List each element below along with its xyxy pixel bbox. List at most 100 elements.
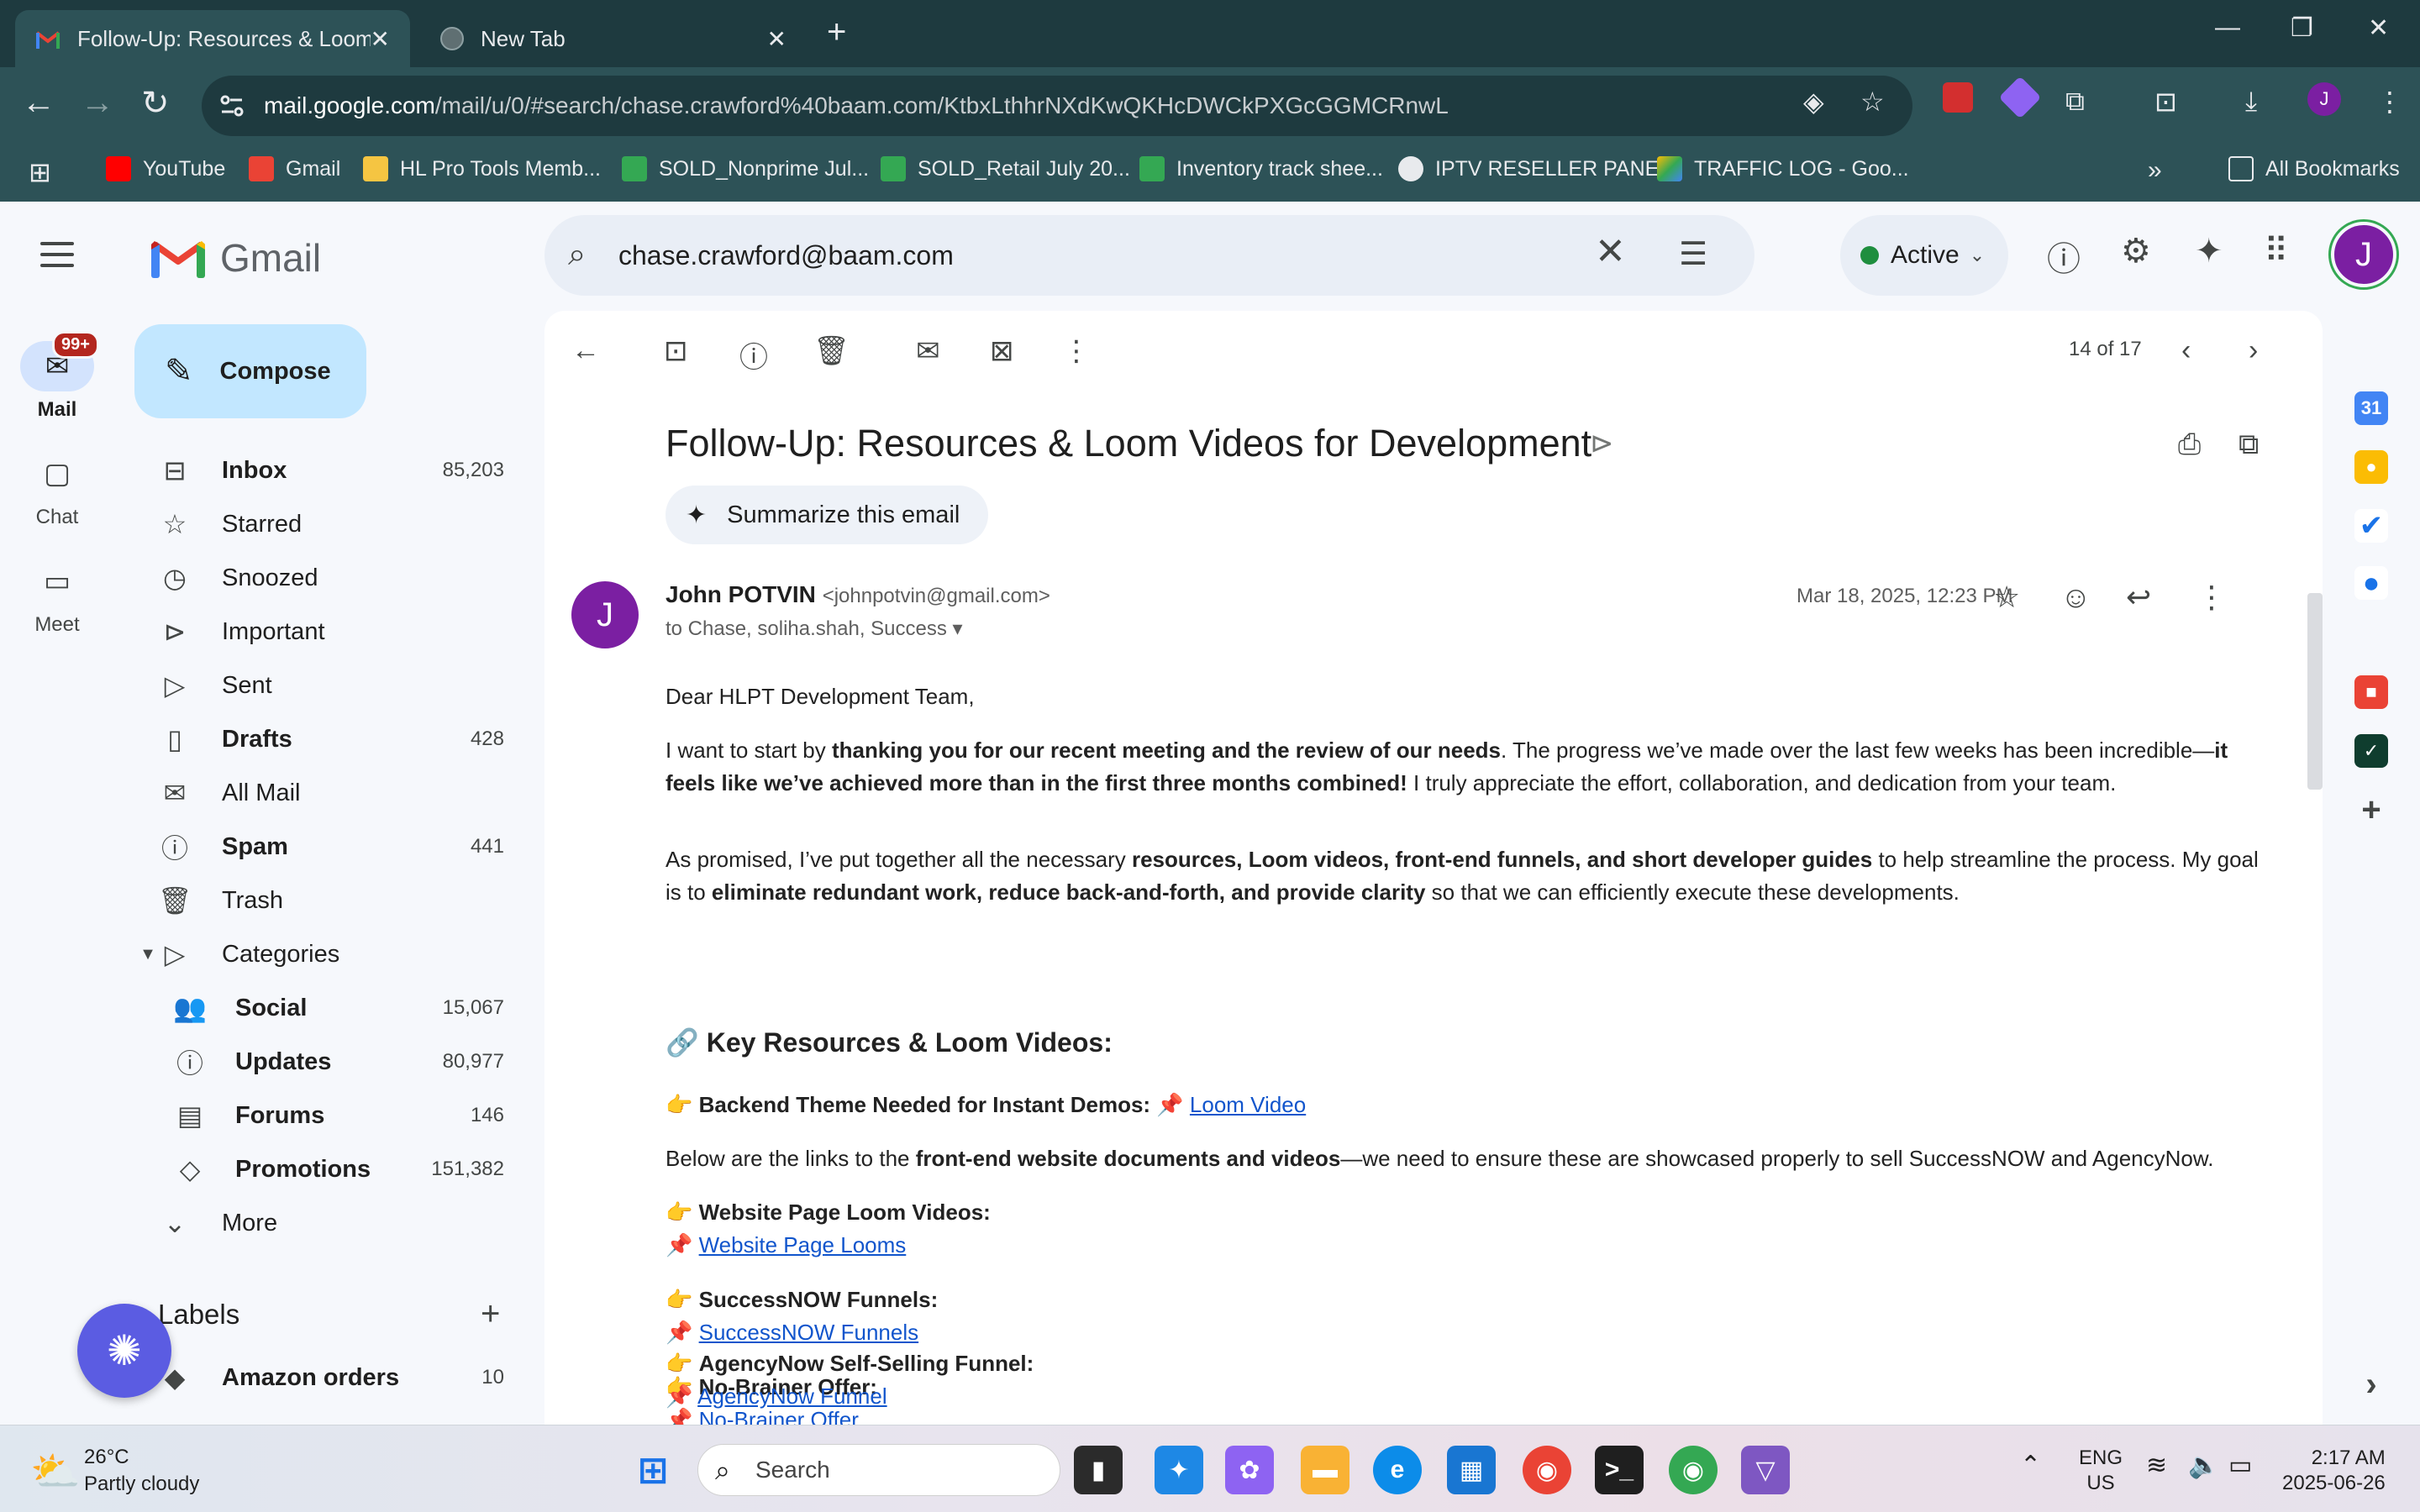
tab-search-icon[interactable]: ⊡ — [2154, 86, 2177, 118]
bookmark-youtube[interactable]: YouTube — [106, 156, 225, 181]
site-settings-icon[interactable] — [218, 92, 245, 119]
scrollbar-track[interactable] — [2307, 395, 2323, 1425]
open-new-window-icon[interactable]: ⧉ — [2238, 428, 2259, 461]
close-tab-icon[interactable]: ✕ — [767, 25, 786, 53]
bookmark-star-icon[interactable]: ☆ — [1860, 86, 1885, 118]
agencynow-funnel-link[interactable]: AgencyNow Funnel — [697, 1383, 886, 1409]
emoji-reaction-icon[interactable]: ☺ — [2060, 580, 2091, 615]
contacts-icon[interactable]: ● — [2354, 566, 2388, 600]
successnow-funnels-link[interactable]: SuccessNOW Funnels — [699, 1320, 919, 1345]
close-window-icon[interactable]: ✕ — [2368, 13, 2389, 43]
summarize-button[interactable]: ✦ Summarize this email — [666, 486, 989, 544]
bookmark-iptv[interactable]: IPTV RESELLER PANEL — [1398, 156, 1670, 181]
addon-red-icon[interactable]: ■ — [2354, 675, 2388, 709]
weather-widget[interactable]: 26°C Partly cloudy — [84, 1444, 199, 1498]
rail-mail[interactable]: ✉ 99+ Mail — [0, 331, 114, 422]
get-addons-plus-icon[interactable]: + — [2354, 791, 2388, 828]
message-more-icon[interactable]: ⋮ — [2196, 580, 2227, 615]
status-button[interactable]: Active ⌄ — [1840, 215, 2008, 296]
minimize-icon[interactable]: — — [2215, 13, 2240, 42]
tasks-icon[interactable]: ✔ — [2354, 509, 2388, 543]
back-arrow-icon[interactable]: ← — [22, 84, 55, 122]
task-view-icon[interactable]: ▮ — [1074, 1446, 1123, 1494]
nav-starred[interactable]: ☆ Starred — [114, 499, 534, 549]
chrome-profile-j-icon[interactable]: ◉ — [1669, 1446, 1718, 1494]
reply-icon[interactable]: ↩ — [2126, 580, 2151, 615]
system-clock[interactable]: 2:17 AM 2025-06-26 — [2282, 1446, 2386, 1496]
nav-spam[interactable]: ⓘ Spam 441 — [114, 822, 534, 872]
rail-chat[interactable]: ▢ Chat — [0, 449, 114, 529]
google-apps-icon[interactable]: ⠿ — [2264, 232, 2288, 270]
star-icon[interactable]: ☆ — [1993, 580, 2020, 615]
addon-check-icon[interactable]: ✓ — [2354, 734, 2388, 768]
account-avatar[interactable]: J — [2331, 222, 2396, 287]
input-language[interactable]: ENG US — [2079, 1446, 2123, 1496]
nav-inbox[interactable]: ⊟ Inbox 85,203 — [114, 445, 534, 496]
mark-unread-icon[interactable]: ✉ — [916, 334, 940, 368]
nav-promotions[interactable]: ◇ Promotions 151,382 — [114, 1144, 534, 1194]
tab-new-tab[interactable]: New Tab ✕ — [420, 10, 807, 67]
wifi-icon[interactable]: ≋ — [2146, 1451, 2167, 1480]
keep-icon[interactable]: ● — [2354, 450, 2388, 484]
apps-grid-icon[interactable]: ⊞ — [29, 156, 51, 188]
address-bar[interactable]: mail.google.com/mail/u/0/#search/chase.c… — [202, 76, 1912, 136]
calendar-icon[interactable]: 31 — [2354, 391, 2388, 425]
add-label-icon[interactable]: + — [481, 1295, 500, 1333]
more-bookmarks-chevron-icon[interactable]: » — [2148, 156, 2162, 185]
move-to-icon[interactable]: ⊠ — [990, 334, 1014, 368]
extension-diamond-icon[interactable] — [1998, 76, 2042, 119]
more-actions-icon[interactable]: ⋮ — [1062, 334, 1091, 368]
bookmark-hl-pro-tools[interactable]: HL Pro Tools Memb... — [363, 156, 601, 181]
app-store-pre-icon[interactable]: ✦ — [1155, 1446, 1203, 1494]
nav-snoozed[interactable]: ◷ Snoozed — [114, 553, 534, 603]
terminal-icon[interactable]: >_ — [1595, 1446, 1644, 1494]
compose-button[interactable]: ✎ Compose — [134, 324, 366, 418]
delete-icon[interactable]: 🗑 — [813, 334, 850, 368]
bookmark-gmail[interactable]: Gmail — [249, 156, 340, 181]
settings-gear-icon[interactable]: ⚙ — [2121, 232, 2151, 270]
bookmark-inventory-track[interactable]: Inventory track shee... — [1139, 156, 1383, 181]
search-input[interactable]: chase.crawford@baam.com — [618, 240, 954, 271]
tab-gmail[interactable]: Follow-Up: Resources & Loom V ✕ — [15, 10, 410, 67]
triangle-app-icon[interactable]: ▽ — [1741, 1446, 1790, 1494]
collapse-side-panel-icon[interactable]: › — [2354, 1366, 2388, 1403]
all-bookmarks[interactable]: All Bookmarks — [2228, 156, 2400, 181]
website-looms-link[interactable]: Website Page Looms — [699, 1232, 907, 1257]
nav-trash[interactable]: 🗑 Trash — [114, 875, 534, 926]
nav-more[interactable]: ⌄ More — [114, 1198, 534, 1248]
windows-start-icon[interactable]: ⊞ — [629, 1446, 677, 1494]
back-to-list-icon[interactable]: ← — [571, 334, 600, 367]
copilot-icon[interactable]: ✿ — [1225, 1446, 1274, 1494]
nav-sent[interactable]: ▷ Sent — [114, 660, 534, 711]
microsoft-store-icon[interactable]: ▦ — [1447, 1446, 1496, 1494]
help-icon[interactable]: ⓘ — [2047, 232, 2081, 281]
extension-shield-icon[interactable] — [1943, 82, 1973, 113]
reload-icon[interactable]: ↻ — [141, 84, 170, 123]
bookmark-sold-retail[interactable]: SOLD_Retail July 20... — [881, 156, 1130, 181]
download-icon[interactable]: ⤓ — [2245, 86, 2257, 118]
nav-drafts[interactable]: ▯ Drafts 428 — [114, 714, 534, 764]
assistant-fab-button[interactable]: ✺ — [77, 1304, 171, 1398]
archive-icon[interactable]: ⊡ — [664, 334, 688, 368]
close-tab-icon[interactable]: ✕ — [371, 25, 390, 53]
taskbar-search[interactable]: ⌕ Search — [697, 1444, 1060, 1496]
profile-avatar[interactable]: J — [2307, 82, 2341, 116]
search-bar[interactable]: ⌕ chase.crawford@baam.com ✕ ☰ — [544, 215, 1754, 296]
search-options-icon[interactable]: ☰ — [1679, 235, 1707, 273]
show-hidden-icons-chevron-icon[interactable]: ⌃ — [2020, 1451, 2041, 1480]
nav-forums[interactable]: ▤ Forums 146 — [114, 1090, 534, 1141]
file-explorer-icon[interactable]: ▬ — [1301, 1446, 1349, 1494]
scrollbar-thumb[interactable] — [2307, 593, 2323, 790]
new-tab-button[interactable]: + — [827, 13, 846, 51]
label-amazon-orders[interactable]: ◆ Amazon orders 10 — [114, 1352, 534, 1403]
nav-updates[interactable]: ⓘ Updates 80,977 — [114, 1037, 534, 1087]
chrome-menu-icon[interactable]: ⋮ — [2376, 86, 2403, 118]
forward-arrow-icon[interactable]: → — [81, 84, 114, 122]
search-icon[interactable]: ⌕ — [568, 237, 586, 273]
volume-icon[interactable]: 🔈 — [2188, 1451, 2219, 1480]
nav-all-mail[interactable]: ✉ All Mail — [114, 768, 534, 818]
restore-icon[interactable]: ❐ — [2291, 13, 2313, 43]
loom-video-link[interactable]: Loom Video — [1190, 1092, 1306, 1117]
extensions-puzzle-icon[interactable]: ⧉ — [2065, 86, 2085, 118]
chrome-profile-s-icon[interactable]: ◉ — [1523, 1446, 1571, 1494]
